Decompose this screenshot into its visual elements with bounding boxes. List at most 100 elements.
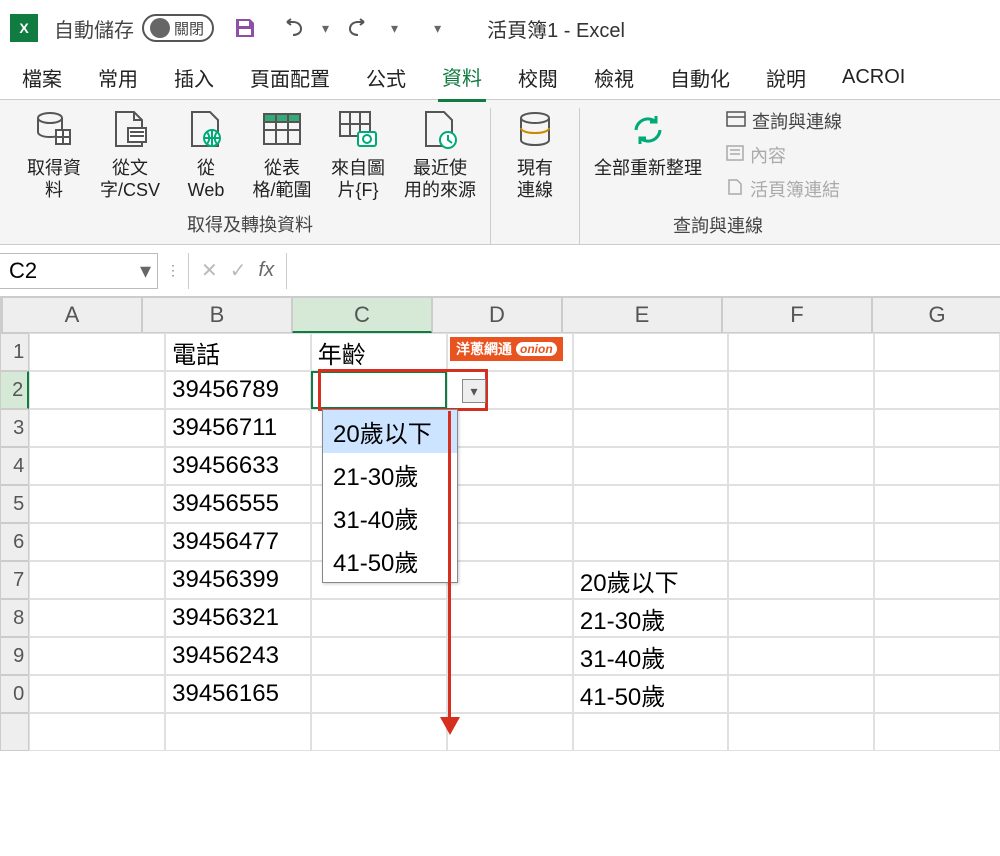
cell-G5[interactable] [874,485,1000,523]
cell-E2[interactable] [573,371,728,409]
cell-F4[interactable] [728,447,874,485]
cell-G11[interactable] [874,713,1000,751]
dropdown-item-2[interactable]: 31-40歲 [323,496,457,539]
recent-sources-button[interactable]: 最近使 用的來源 [404,108,476,201]
cell-B9[interactable]: 39456243 [165,637,311,675]
cell-A9[interactable] [29,637,165,675]
cell-C11[interactable] [311,713,447,751]
cell-A4[interactable] [29,447,165,485]
tab-view[interactable]: 檢視 [590,55,638,100]
from-text-button[interactable]: 從文 字/CSV [100,108,160,201]
cell-A10[interactable] [29,675,165,713]
data-validation-dropdown-button[interactable]: ▾ [462,379,486,403]
cell-C1[interactable]: 年齡 [311,333,447,371]
row-header-5[interactable]: 5 [0,485,29,523]
row-header-9[interactable]: 9 [0,637,29,675]
row-header-7[interactable]: 7 [0,561,29,599]
cell-G3[interactable] [874,409,1000,447]
cell-D10[interactable] [447,675,573,713]
chevron-down-icon[interactable]: ▾ [140,258,151,284]
cell-A8[interactable] [29,599,165,637]
cell-B6[interactable]: 39456477 [165,523,311,561]
formula-input[interactable] [286,253,1000,289]
cell-C10[interactable] [311,675,447,713]
cell-E10[interactable]: 41-50歲 [573,675,728,713]
row-header-1[interactable]: 1 [0,333,29,371]
from-picture-button[interactable]: 來自圖 片{F} [328,108,388,201]
cell-F2[interactable] [728,371,874,409]
refresh-all-button[interactable]: 全部重新整理 [594,108,702,180]
cell-B2[interactable]: 39456789 [165,371,311,409]
cell-C2[interactable] [311,371,447,409]
save-button[interactable] [230,13,260,43]
cell-A11[interactable] [29,713,165,751]
row-header-10[interactable]: 0 [0,675,29,713]
cell-A1[interactable] [29,333,165,371]
cell-A2[interactable] [29,371,165,409]
name-box[interactable]: C2 ▾ [0,253,158,289]
cell-A5[interactable] [29,485,165,523]
get-data-button[interactable]: 取得資 料 [24,108,84,201]
existing-connections-button[interactable]: 現有 連線 [505,108,565,201]
from-web-button[interactable]: 從 Web [176,108,236,201]
redo-button[interactable] [345,13,375,43]
col-header-E[interactable]: E [562,297,722,333]
cell-A7[interactable] [29,561,165,599]
dropdown-item-1[interactable]: 21-30歲 [323,453,457,496]
redo-dropdown-icon[interactable]: ▾ [391,20,398,37]
cell-E9[interactable]: 31-40歲 [573,637,728,675]
cell-F7[interactable] [728,561,874,599]
cell-F3[interactable] [728,409,874,447]
cell-F1[interactable] [728,333,874,371]
tab-home[interactable]: 常用 [94,55,142,100]
cell-G2[interactable] [874,371,1000,409]
cell-B10[interactable]: 39456165 [165,675,311,713]
cell-F8[interactable] [728,599,874,637]
cell-E11[interactable] [573,713,728,751]
fx-icon[interactable]: fx [259,259,275,282]
autosave-toggle[interactable]: 自動儲存 關閉 [54,14,214,43]
col-header-C[interactable]: C [292,297,432,333]
cell-G8[interactable] [874,599,1000,637]
col-header-A[interactable]: A [2,297,142,333]
cell-E5[interactable] [573,485,728,523]
cell-D4[interactable] [447,447,573,485]
data-validation-dropdown-list[interactable]: 20歲以下 21-30歲 31-40歲 41-50歲 [322,409,458,583]
cell-B7[interactable]: 39456399 [165,561,311,599]
qat-more-icon[interactable]: ▾ [434,20,441,37]
tab-data[interactable]: 資料 [438,54,486,102]
col-header-F[interactable]: F [722,297,872,333]
dropdown-item-3[interactable]: 41-50歲 [323,539,457,582]
cell-G6[interactable] [874,523,1000,561]
col-header-B[interactable]: B [142,297,292,333]
cell-D11[interactable] [447,713,573,751]
cell-F9[interactable] [728,637,874,675]
cell-E1[interactable] [573,333,728,371]
col-header-D[interactable]: D [432,297,562,333]
from-table-button[interactable]: 從表 格/範圍 [252,108,312,201]
cell-B4[interactable]: 39456633 [165,447,311,485]
cell-E8[interactable]: 21-30歲 [573,599,728,637]
cell-C8[interactable] [311,599,447,637]
cell-G7[interactable] [874,561,1000,599]
cell-G1[interactable] [874,333,1000,371]
row-header-4[interactable]: 4 [0,447,29,485]
queries-connections-button[interactable]: 查詢與連線 [726,108,842,134]
cell-G9[interactable] [874,637,1000,675]
cell-D7[interactable] [447,561,573,599]
cell-F10[interactable] [728,675,874,713]
undo-dropdown-icon[interactable]: ▾ [322,20,329,37]
row-header-8[interactable]: 8 [0,599,29,637]
cell-A6[interactable] [29,523,165,561]
cell-D3[interactable] [447,409,573,447]
cell-A3[interactable] [29,409,165,447]
tab-formulas[interactable]: 公式 [362,55,410,100]
cell-C9[interactable] [311,637,447,675]
cell-D6[interactable] [447,523,573,561]
row-header-6[interactable]: 6 [0,523,29,561]
col-header-G[interactable]: G [872,297,1000,333]
cell-E6[interactable] [573,523,728,561]
cell-B1[interactable]: 電話 [165,333,311,371]
cell-D5[interactable] [447,485,573,523]
tab-file[interactable]: 檔案 [18,55,66,100]
